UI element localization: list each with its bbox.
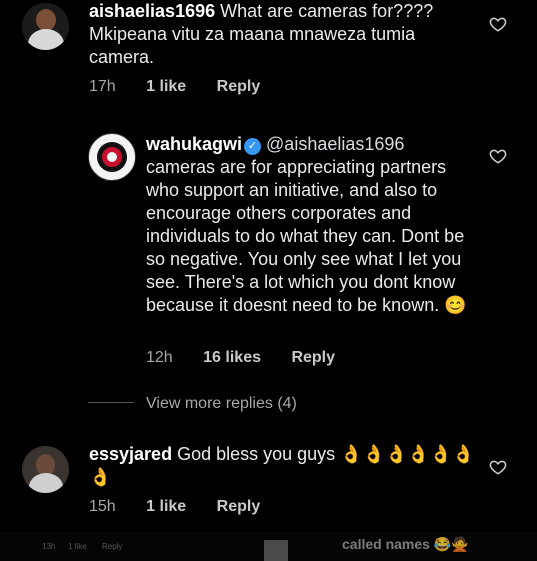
reply-button[interactable]: Reply xyxy=(217,498,261,516)
partial-reply: Reply xyxy=(102,542,123,551)
comment-username[interactable]: essyjared xyxy=(89,444,172,464)
avatar[interactable] xyxy=(22,3,69,50)
partial-time: 13h xyxy=(42,542,56,551)
comment-username[interactable]: aishaelias1696 xyxy=(89,1,215,21)
comment-username[interactable]: wahukagwi xyxy=(146,134,242,154)
partial-likes: 1 like xyxy=(68,542,87,551)
like-count[interactable]: 16 likes xyxy=(203,349,261,367)
next-comment-partial: 13h 1 like Reply called names 😂🙅 xyxy=(0,532,537,561)
comment-time: 12h xyxy=(146,349,173,366)
comment-meta: 15h 1 like Reply xyxy=(89,498,286,516)
view-more-label: View more replies (4) xyxy=(146,395,297,412)
avatar[interactable] xyxy=(22,446,69,493)
like-count[interactable]: 1 like xyxy=(146,498,186,516)
partial-comment-text: called names 😂🙅 xyxy=(342,536,469,552)
reply-button[interactable]: Reply xyxy=(217,78,261,96)
heart-icon[interactable] xyxy=(489,458,507,476)
heart-icon[interactable] xyxy=(489,15,507,33)
avatar[interactable] xyxy=(88,133,136,181)
comment-text: cameras are for appreciating partners wh… xyxy=(146,157,467,315)
verified-badge-icon: ✓ xyxy=(244,138,262,155)
view-more-replies-button[interactable]: View more replies (4) xyxy=(88,395,297,413)
heart-icon[interactable] xyxy=(489,147,507,165)
comment-meta: 12h 16 likes Reply xyxy=(146,349,361,367)
mention-link[interactable]: @aishaelias1696 xyxy=(266,134,404,154)
comment-time: 15h xyxy=(89,498,116,515)
partial-image xyxy=(264,540,288,561)
comment-time: 17h xyxy=(89,78,116,95)
like-count[interactable]: 1 like xyxy=(146,78,186,96)
comment-meta: 17h 1 like Reply xyxy=(89,78,286,96)
reply-button[interactable]: Reply xyxy=(291,349,335,367)
divider-line xyxy=(88,402,134,403)
